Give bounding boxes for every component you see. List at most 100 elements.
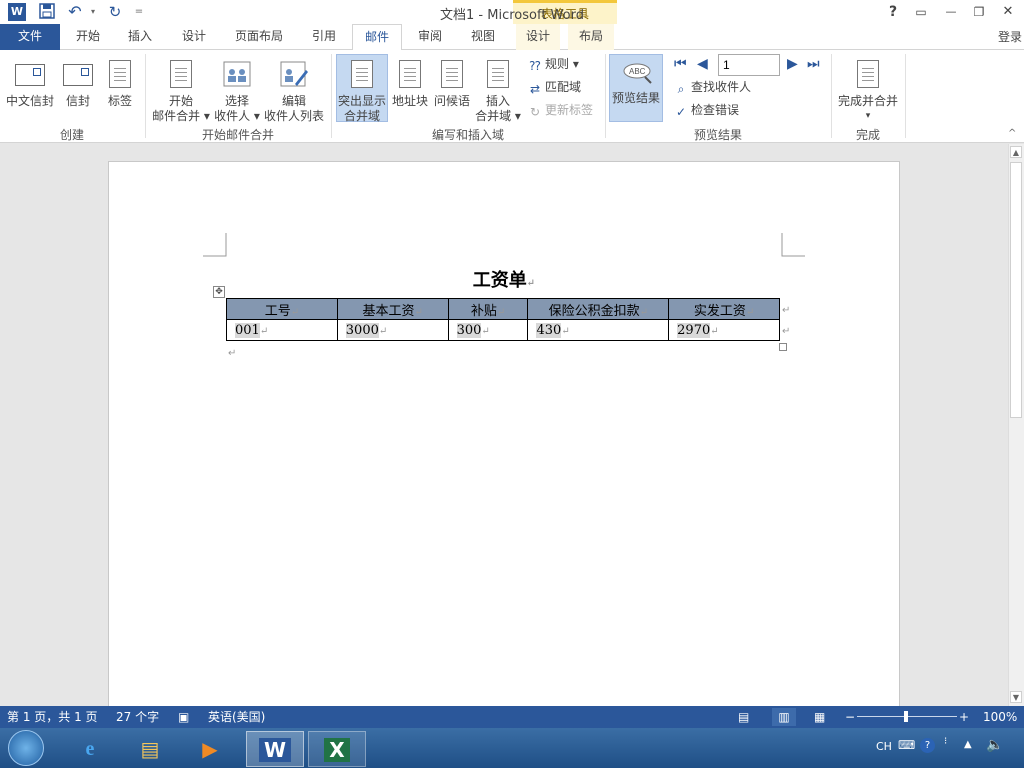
tab-design[interactable]: 设计 [172, 24, 216, 50]
record-number-input[interactable] [718, 54, 780, 76]
highlight-merge-fields-button[interactable]: 突出显示 合并域 [336, 54, 388, 123]
tab-home[interactable]: 开始 [66, 24, 110, 50]
preview-abc-icon: ABC [621, 61, 652, 87]
volume-icon[interactable]: 🔈 [986, 737, 1003, 753]
start-button-icon[interactable] [8, 730, 44, 766]
document-icon [437, 58, 467, 90]
svg-text:ABC: ABC [629, 67, 646, 76]
ime-indicator[interactable]: CH [876, 740, 892, 753]
web-layout-icon[interactable]: ▦ [814, 706, 825, 728]
minimize-button[interactable]: — [940, 2, 962, 22]
preview-results-button[interactable]: ABC 预览结果 [609, 54, 663, 122]
word-count[interactable]: 27 个字 [116, 706, 159, 728]
scrollbar-thumb[interactable] [1010, 162, 1022, 418]
document-icon [395, 58, 425, 90]
start-mail-merge-button[interactable]: 开始 邮件合并 ▾ [150, 58, 212, 124]
first-record-icon[interactable]: ⏮ [674, 56, 687, 72]
show-hidden-icons[interactable]: ▲ [964, 739, 972, 750]
group-label-start-mail-merge: 开始邮件合并 [201, 128, 274, 142]
tab-file[interactable]: 文件 [0, 24, 60, 50]
table-header-cell[interactable]: 基本工资↵ [336, 298, 449, 320]
check-errors-button[interactable]: ✓ 检查错误 [674, 102, 739, 119]
collapse-ribbon-icon[interactable]: ^ [1008, 128, 1016, 139]
print-layout-icon[interactable]: ▥ [772, 708, 796, 726]
update-labels-button[interactable]: ↻ 更新标签 [528, 102, 593, 119]
chinese-envelope-button[interactable]: 中文信封 [4, 58, 56, 109]
ime-options-icon[interactable]: ⁝ [944, 736, 947, 747]
table-header-cell[interactable]: 补贴↵ [447, 298, 529, 320]
sign-in-link[interactable]: 登录 [998, 24, 1022, 50]
find-recipient-button[interactable]: ⌕ 查找收件人 [674, 79, 751, 96]
document-icon [483, 58, 513, 90]
document-title[interactable]: 工资单↵ [0, 266, 1008, 292]
tab-view[interactable]: 视图 [461, 24, 505, 50]
table-cell[interactable]: 300↵ [447, 319, 529, 341]
table-cell[interactable]: 2970↵ [668, 319, 780, 341]
zoom-in-icon[interactable]: + [959, 706, 969, 728]
rules-button[interactable]: ⁇ 规则 ▾ [528, 56, 578, 73]
language-indicator[interactable]: 英语(美国) [208, 706, 265, 728]
read-mode-icon[interactable]: ▤ [738, 706, 749, 728]
scroll-down-icon[interactable]: ▼ [1010, 691, 1022, 703]
document-icon [347, 58, 377, 90]
help-button[interactable]: ? [882, 2, 904, 22]
next-record-icon[interactable]: ▶ [787, 56, 798, 72]
previous-record-icon[interactable]: ◀ [697, 56, 708, 72]
internet-explorer-icon[interactable]: e [62, 731, 118, 767]
media-player-icon[interactable]: ▶ [182, 731, 238, 767]
insert-merge-field-button[interactable]: 插入 合并域 ▾ [474, 58, 522, 124]
file-explorer-icon[interactable]: ▤ [122, 731, 178, 767]
tab-page-layout[interactable]: 页面布局 [226, 24, 292, 50]
select-recipients-button[interactable]: 选择 收件人 ▾ [212, 58, 262, 124]
people-icon [222, 58, 252, 90]
finish-merge-button[interactable]: 完成并合并 ▾ [836, 58, 900, 124]
envelope-icon [15, 58, 45, 90]
close-button[interactable]: ✕ [997, 2, 1019, 22]
paragraph-mark: ↵ [228, 348, 237, 359]
zoom-level[interactable]: 100% [983, 706, 1017, 728]
crop-mark [781, 233, 805, 257]
zoom-out-icon[interactable]: − [845, 706, 855, 728]
tab-references[interactable]: 引用 [302, 24, 346, 50]
table-row: 001↵ 3000↵ 300↵ 430↵ 2970↵ [226, 319, 780, 341]
salary-table[interactable]: 工号↵ 基本工资↵ 补贴↵ 保险公积金扣款↵ 实发工资↵ 001↵ 3000↵ … [226, 298, 780, 341]
help-circle-icon[interactable]: ? [920, 738, 935, 753]
tab-table-layout[interactable]: 布局 [568, 24, 614, 50]
word-taskbar-icon[interactable]: W [246, 731, 304, 767]
proofing-icon[interactable]: ▣ [178, 706, 189, 728]
edit-recipient-list-button[interactable]: 编辑 收件人列表 [263, 58, 325, 124]
tab-table-design[interactable]: 设计 [516, 24, 560, 50]
table-cell[interactable]: 3000↵ [336, 319, 449, 341]
ribbon-display-button[interactable]: ▭ [910, 2, 932, 22]
document-icon [166, 58, 196, 90]
labels-button[interactable]: 标签 [102, 58, 138, 109]
table-resize-handle[interactable] [779, 343, 787, 351]
last-record-icon[interactable]: ⏭ [807, 56, 820, 72]
greeting-line-button[interactable]: 问候语 [432, 58, 472, 109]
table-header-cell[interactable]: 实发工资↵ [668, 298, 780, 320]
excel-taskbar-icon[interactable]: X [308, 731, 366, 767]
window-title: 文档1 - Microsoft Word [440, 8, 584, 23]
tab-review[interactable]: 审阅 [408, 24, 452, 50]
table-header-cell[interactable]: 工号↵ [226, 298, 338, 320]
table-cell[interactable]: 001↵ [226, 319, 338, 341]
envelopes-button[interactable]: 信封 [60, 58, 96, 109]
tab-insert[interactable]: 插入 [118, 24, 162, 50]
table-header-cell[interactable]: 保险公积金扣款↵ [527, 298, 670, 320]
table-cell[interactable]: 430↵ [527, 319, 670, 341]
maximize-button[interactable]: ❐ [968, 2, 990, 22]
labels-icon [105, 58, 135, 90]
page-indicator[interactable]: 第 1 页，共 1 页 [7, 706, 98, 728]
group-label-finish: 完成 [855, 128, 880, 142]
scroll-up-icon[interactable]: ▲ [1010, 146, 1022, 158]
search-icon: ⌕ [677, 82, 685, 96]
zoom-slider-thumb[interactable] [904, 711, 908, 722]
rules-icon: ⁇ [529, 59, 541, 73]
keyboard-icon[interactable]: ⌨ [898, 738, 915, 752]
table-move-handle[interactable]: ✥ [213, 286, 225, 298]
match-fields-button[interactable]: ⇄ 匹配域 [528, 79, 581, 96]
group-label-preview: 预览结果 [693, 128, 742, 142]
check-document-icon: ✓ [675, 105, 687, 119]
tab-mailings[interactable]: 邮件 [352, 24, 402, 51]
address-block-button[interactable]: 地址块 [390, 58, 430, 109]
